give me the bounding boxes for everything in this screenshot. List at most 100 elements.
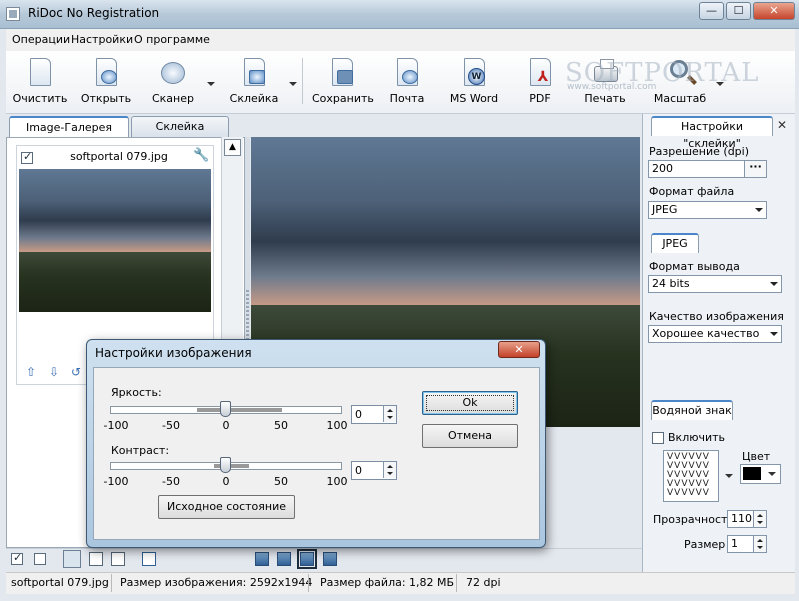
move-up-icon[interactable]: ⇧ bbox=[24, 365, 38, 379]
contrast-value: 0 bbox=[355, 464, 362, 477]
brightness-tick-label: -100 bbox=[103, 419, 129, 432]
msword-button[interactable]: W MS Word bbox=[446, 58, 502, 110]
open-label: Открыть bbox=[80, 92, 132, 105]
view-mode-4-icon[interactable] bbox=[323, 552, 337, 566]
file-format-select[interactable]: JPEG bbox=[648, 201, 767, 219]
scroll-up-icon[interactable]: ▲ bbox=[224, 139, 241, 156]
menu-about[interactable]: О программе bbox=[134, 33, 210, 46]
menu-operations[interactable]: Операции bbox=[12, 33, 70, 46]
brightness-value: 0 bbox=[355, 408, 362, 421]
ok-button[interactable]: Ok bbox=[422, 391, 518, 415]
save-button[interactable]: Сохранить bbox=[312, 58, 374, 110]
brightness-tick-label: 0 bbox=[222, 419, 230, 432]
size-spinner[interactable]: 1 bbox=[727, 535, 767, 553]
collage-label: Склейка bbox=[229, 92, 279, 105]
gallery-thumbnail[interactable] bbox=[19, 169, 211, 312]
brightness-slider-thumb[interactable] bbox=[220, 401, 231, 417]
chevron-down-icon bbox=[770, 332, 778, 336]
brightness-label: Яркость: bbox=[111, 386, 162, 399]
pdf-document-icon: ⅄ bbox=[526, 58, 554, 88]
collage-button[interactable]: Склейка bbox=[226, 58, 282, 110]
close-button[interactable]: ✕ bbox=[753, 2, 795, 20]
brightness-spinner[interactable]: 0 bbox=[351, 405, 397, 424]
spinner-arrows-icon[interactable] bbox=[383, 462, 396, 478]
panel-close-icon[interactable]: ✕ bbox=[777, 118, 787, 132]
scanner-icon bbox=[159, 58, 187, 88]
view-mode-1-icon[interactable] bbox=[255, 552, 269, 566]
tab-collage-settings[interactable]: Настройки "склейки" bbox=[651, 116, 773, 150]
resolution-more-button[interactable]: ··· bbox=[744, 161, 766, 177]
watermark-enable-label: Включить bbox=[668, 431, 726, 444]
spinner-arrows-icon[interactable] bbox=[383, 406, 396, 422]
wrench-icon[interactable]: 🔧 bbox=[193, 148, 209, 163]
clear-button[interactable]: Очистить bbox=[12, 58, 68, 110]
blank-document-icon bbox=[26, 58, 54, 88]
chevron-down-icon bbox=[755, 208, 763, 212]
select-none-checkbox[interactable] bbox=[34, 553, 46, 565]
output-format-select[interactable]: 24 bits bbox=[648, 275, 782, 293]
file-format-label: Формат файла bbox=[649, 185, 735, 198]
size-label: Размер bbox=[684, 538, 726, 551]
tab-jpeg[interactable]: JPEG bbox=[651, 233, 699, 253]
collage-settings-panel bbox=[642, 114, 795, 576]
grid-view-icon[interactable] bbox=[142, 552, 156, 566]
transparency-spinner[interactable]: 110 bbox=[727, 510, 767, 528]
clear-label: Очистить bbox=[12, 92, 68, 105]
quality-select[interactable]: Хорошее качество bbox=[648, 325, 782, 343]
pdf-button[interactable]: ⅄ PDF bbox=[520, 58, 560, 110]
mail-button[interactable]: Почта bbox=[384, 58, 430, 110]
scanner-dropdown-icon[interactable] bbox=[207, 82, 215, 86]
pages-icon[interactable] bbox=[89, 552, 103, 566]
resolution-label: Разрешение (dpi) bbox=[649, 145, 750, 158]
msword-label: MS Word bbox=[449, 92, 499, 105]
maximize-button[interactable]: ☐ bbox=[726, 2, 751, 20]
pattern-dropdown-icon[interactable] bbox=[725, 474, 733, 478]
color-label: Цвет bbox=[742, 450, 771, 463]
move-down-icon[interactable]: ⇩ bbox=[47, 365, 61, 379]
gallery-item-checkbox[interactable] bbox=[21, 150, 33, 164]
tab-watermark[interactable]: Водяной знак bbox=[651, 400, 733, 420]
dialog-title: Настройки изображения bbox=[95, 346, 252, 360]
menu-settings[interactable]: Настройки bbox=[71, 33, 133, 46]
select-all-checkbox[interactable] bbox=[11, 551, 23, 565]
resolution-input[interactable]: 200 ··· bbox=[648, 160, 767, 178]
mail-label: Почта bbox=[389, 92, 425, 105]
size-value: 1 bbox=[731, 537, 738, 550]
status-dpi: 72 dpi bbox=[466, 576, 501, 589]
spinner-arrows-icon[interactable] bbox=[753, 511, 766, 527]
status-filename: softportal 079.jpg bbox=[11, 576, 109, 589]
cancel-button[interactable]: Отмена bbox=[422, 424, 518, 448]
view-mode-2-icon[interactable] bbox=[277, 552, 291, 566]
reset-button[interactable]: Исходное состояние bbox=[158, 495, 295, 519]
collage-icon bbox=[240, 58, 268, 88]
status-image-size: Размер изображения: 2592x1944 bbox=[120, 576, 313, 589]
contrast-label: Контраст: bbox=[111, 444, 170, 457]
quality-value: Хорошее качество bbox=[652, 327, 760, 340]
tab-collage[interactable]: Склейка bbox=[131, 116, 229, 137]
collage-dropdown-icon[interactable] bbox=[289, 82, 297, 86]
window-title: RiDoc No Registration bbox=[28, 6, 160, 20]
open-document-icon bbox=[92, 58, 120, 88]
brightness-tick-label: -50 bbox=[162, 419, 180, 432]
quality-label: Качество изображения bbox=[649, 310, 784, 323]
toolbar-separator bbox=[302, 58, 303, 104]
watermark-enable-checkbox[interactable] bbox=[652, 432, 664, 444]
scanner-button[interactable]: Сканер bbox=[148, 58, 198, 110]
spinner-arrows-icon[interactable] bbox=[753, 536, 766, 552]
chevron-down-icon bbox=[770, 282, 778, 286]
output-format-value: 24 bits bbox=[652, 277, 690, 290]
view-mode-3-icon[interactable] bbox=[297, 549, 317, 569]
tab-image-gallery[interactable]: Image-Галерея bbox=[9, 116, 129, 138]
minimize-button[interactable]: — bbox=[699, 2, 724, 20]
gallery-item-filename: softportal 079.jpg bbox=[70, 150, 168, 163]
contrast-spinner[interactable]: 0 bbox=[351, 461, 397, 480]
pages-remove-icon[interactable] bbox=[111, 552, 125, 566]
open-button[interactable]: Открыть bbox=[80, 58, 132, 110]
status-separator bbox=[111, 574, 112, 592]
rotate-icon[interactable]: ↺ bbox=[69, 365, 83, 379]
watermark-pattern-preview[interactable]: VVVVVV VVVVVV VVVVVV VVVVVV VVVVVV bbox=[663, 450, 719, 502]
copy-pages-icon[interactable] bbox=[63, 550, 81, 568]
app-icon bbox=[6, 7, 20, 21]
dialog-close-button[interactable]: ✕ bbox=[498, 341, 540, 358]
contrast-slider-thumb[interactable] bbox=[220, 457, 231, 473]
